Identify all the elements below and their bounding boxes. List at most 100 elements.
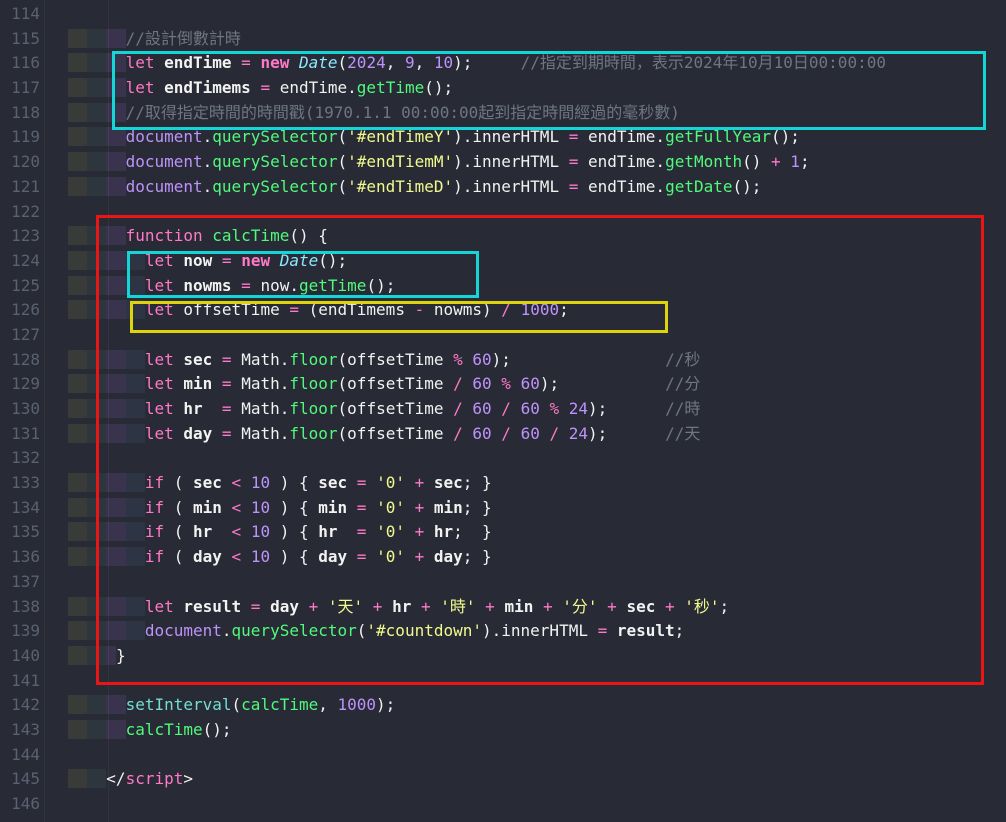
indent-rainbow-stripe	[68, 300, 87, 319]
code-line-text: if ( day < 10 ) { day = '0' + day; }	[49, 545, 492, 570]
indent-rainbow-stripe	[106, 350, 125, 369]
indent-rainbow-stripe	[106, 53, 125, 72]
line-number: 130	[0, 397, 40, 422]
indent-rainbow-stripe	[87, 621, 106, 640]
indent-rainbow-stripe	[68, 152, 87, 171]
code-line[interactable]: 141	[0, 669, 1006, 694]
indent-rainbow-stripe	[87, 103, 106, 122]
code-line[interactable]: 119 document.querySelector('#endTimeY').…	[0, 125, 1006, 150]
indent-rainbow-stripe	[87, 53, 106, 72]
indent-rainbow-stripe	[49, 695, 68, 714]
indent-rainbow-stripe	[106, 300, 125, 319]
code-line[interactable]: 116 let endTime = new Date(2024, 9, 10);…	[0, 51, 1006, 76]
indent-rainbow-stripe	[87, 177, 106, 196]
indent-rainbow-stripe	[126, 399, 145, 418]
indent-rainbow-stripe	[49, 127, 68, 146]
code-line[interactable]: 129 let min = Math.floor(offsetTime / 60…	[0, 372, 1006, 397]
code-line-text: let day = Math.floor(offsetTime / 60 / 6…	[49, 422, 701, 447]
indent-rainbow-stripe	[87, 276, 106, 295]
code-line[interactable]: 114	[0, 2, 1006, 27]
indent-rainbow-stripe	[68, 769, 87, 788]
indent-rainbow-stripe	[49, 226, 68, 245]
line-number: 141	[0, 669, 40, 694]
code-line[interactable]: 124 let now = new Date();	[0, 249, 1006, 274]
indent-rainbow-stripe	[106, 177, 125, 196]
indent-rainbow-stripe	[106, 498, 125, 517]
code-line[interactable]: 138 let result = day + '天' + hr + '時' + …	[0, 595, 1006, 620]
code-line[interactable]: 137	[0, 570, 1006, 595]
indent-rainbow-stripe	[87, 251, 106, 270]
indent-rainbow-stripe	[126, 473, 145, 492]
indent-rainbow-stripe	[68, 522, 87, 541]
code-line-text: let min = Math.floor(offsetTime / 60 % 6…	[49, 372, 701, 397]
line-number: 128	[0, 348, 40, 373]
code-line-text: document.querySelector('#endTiemM').inne…	[49, 150, 810, 175]
code-line-text: //取得指定時間的時間戳(1970.1.1 00:00:00起到指定時間經過的毫…	[49, 101, 680, 126]
indent-rainbow-stripe	[106, 399, 125, 418]
code-line[interactable]: 126 let offsetTime = (endTimems - nowms)…	[0, 298, 1006, 323]
indent-rainbow-stripe	[49, 350, 68, 369]
code-line[interactable]: 132	[0, 446, 1006, 471]
code-line[interactable]: 128 let sec = Math.floor(offsetTime % 60…	[0, 348, 1006, 373]
code-line[interactable]: 117 let endTimems = endTime.getTime();	[0, 76, 1006, 101]
indent-rainbow-stripe	[126, 621, 145, 640]
code-editor[interactable]: 114115 //設計倒數計時116 let endTime = new Dat…	[0, 0, 1006, 822]
indent-rainbow-stripe	[68, 127, 87, 146]
code-line[interactable]: 125 let nowms = now.getTime();	[0, 274, 1006, 299]
indent-rainbow-stripe	[87, 399, 106, 418]
line-number: 133	[0, 471, 40, 496]
indent-rainbow-stripe	[49, 621, 68, 640]
code-line-text: document.querySelector('#endTimeD').inne…	[49, 175, 762, 200]
indent-rainbow-stripe	[87, 498, 106, 517]
line-number: 114	[0, 2, 40, 27]
indent-rainbow-stripe	[87, 695, 106, 714]
code-line[interactable]: 122	[0, 200, 1006, 225]
indent-rainbow-stripe	[106, 522, 125, 541]
indent-rainbow-stripe	[106, 374, 125, 393]
code-line[interactable]: 130 let hr = Math.floor(offsetTime / 60 …	[0, 397, 1006, 422]
line-number: 125	[0, 274, 40, 299]
code-line[interactable]: 136 if ( day < 10 ) { day = '0' + day; }	[0, 545, 1006, 570]
code-line[interactable]: 145 </script>	[0, 767, 1006, 792]
line-number: 145	[0, 767, 40, 792]
code-line[interactable]: 115 //設計倒數計時	[0, 27, 1006, 52]
code-line[interactable]: 143 calcTime();	[0, 718, 1006, 743]
indent-rainbow-stripe	[49, 597, 68, 616]
code-line[interactable]: 135 if ( hr < 10 ) { hr = '0' + hr; }	[0, 520, 1006, 545]
indent-guide	[44, 0, 45, 822]
code-line[interactable]: 133 if ( sec < 10 ) { sec = '0' + sec; }	[0, 471, 1006, 496]
indent-rainbow-stripe	[49, 103, 68, 122]
indent-rainbow-stripe	[106, 473, 125, 492]
code-line[interactable]: 131 let day = Math.floor(offsetTime / 60…	[0, 422, 1006, 447]
indent-rainbow-stripe	[49, 300, 68, 319]
indent-rainbow-stripe	[87, 127, 106, 146]
code-line[interactable]: 144	[0, 743, 1006, 768]
code-line[interactable]: 146	[0, 792, 1006, 817]
indent-rainbow-stripe	[126, 522, 145, 541]
code-line[interactable]: 123 function calcTime() {	[0, 224, 1006, 249]
indent-rainbow-stripe	[87, 78, 106, 97]
code-line[interactable]: 139 document.querySelector('#countdown')…	[0, 619, 1006, 644]
line-number: 136	[0, 545, 40, 570]
indent-rainbow-stripe	[126, 251, 145, 270]
indent-rainbow-stripe	[68, 53, 87, 72]
code-line[interactable]: 127	[0, 323, 1006, 348]
code-line[interactable]: 120 document.querySelector('#endTiemM').…	[0, 150, 1006, 175]
indent-rainbow-stripe	[126, 498, 145, 517]
code-line[interactable]: 142 setInterval(calcTime, 1000);	[0, 693, 1006, 718]
code-line-text: setInterval(calcTime, 1000);	[49, 693, 396, 718]
line-number: 143	[0, 718, 40, 743]
indent-rainbow-stripe	[68, 621, 87, 640]
line-number: 117	[0, 76, 40, 101]
indent-rainbow-stripe	[49, 276, 68, 295]
code-line[interactable]: 121 document.querySelector('#endTimeD').…	[0, 175, 1006, 200]
indent-rainbow-stripe	[49, 399, 68, 418]
code-line[interactable]: 140 }	[0, 644, 1006, 669]
line-number: 146	[0, 792, 40, 817]
indent-rainbow-stripe	[68, 177, 87, 196]
indent-rainbow-stripe	[106, 152, 125, 171]
line-number: 118	[0, 101, 40, 126]
code-line[interactable]: 118 //取得指定時間的時間戳(1970.1.1 00:00:00起到指定時間…	[0, 101, 1006, 126]
code-line-text: let now = new Date();	[49, 249, 348, 274]
code-line[interactable]: 134 if ( min < 10 ) { min = '0' + min; }	[0, 496, 1006, 521]
